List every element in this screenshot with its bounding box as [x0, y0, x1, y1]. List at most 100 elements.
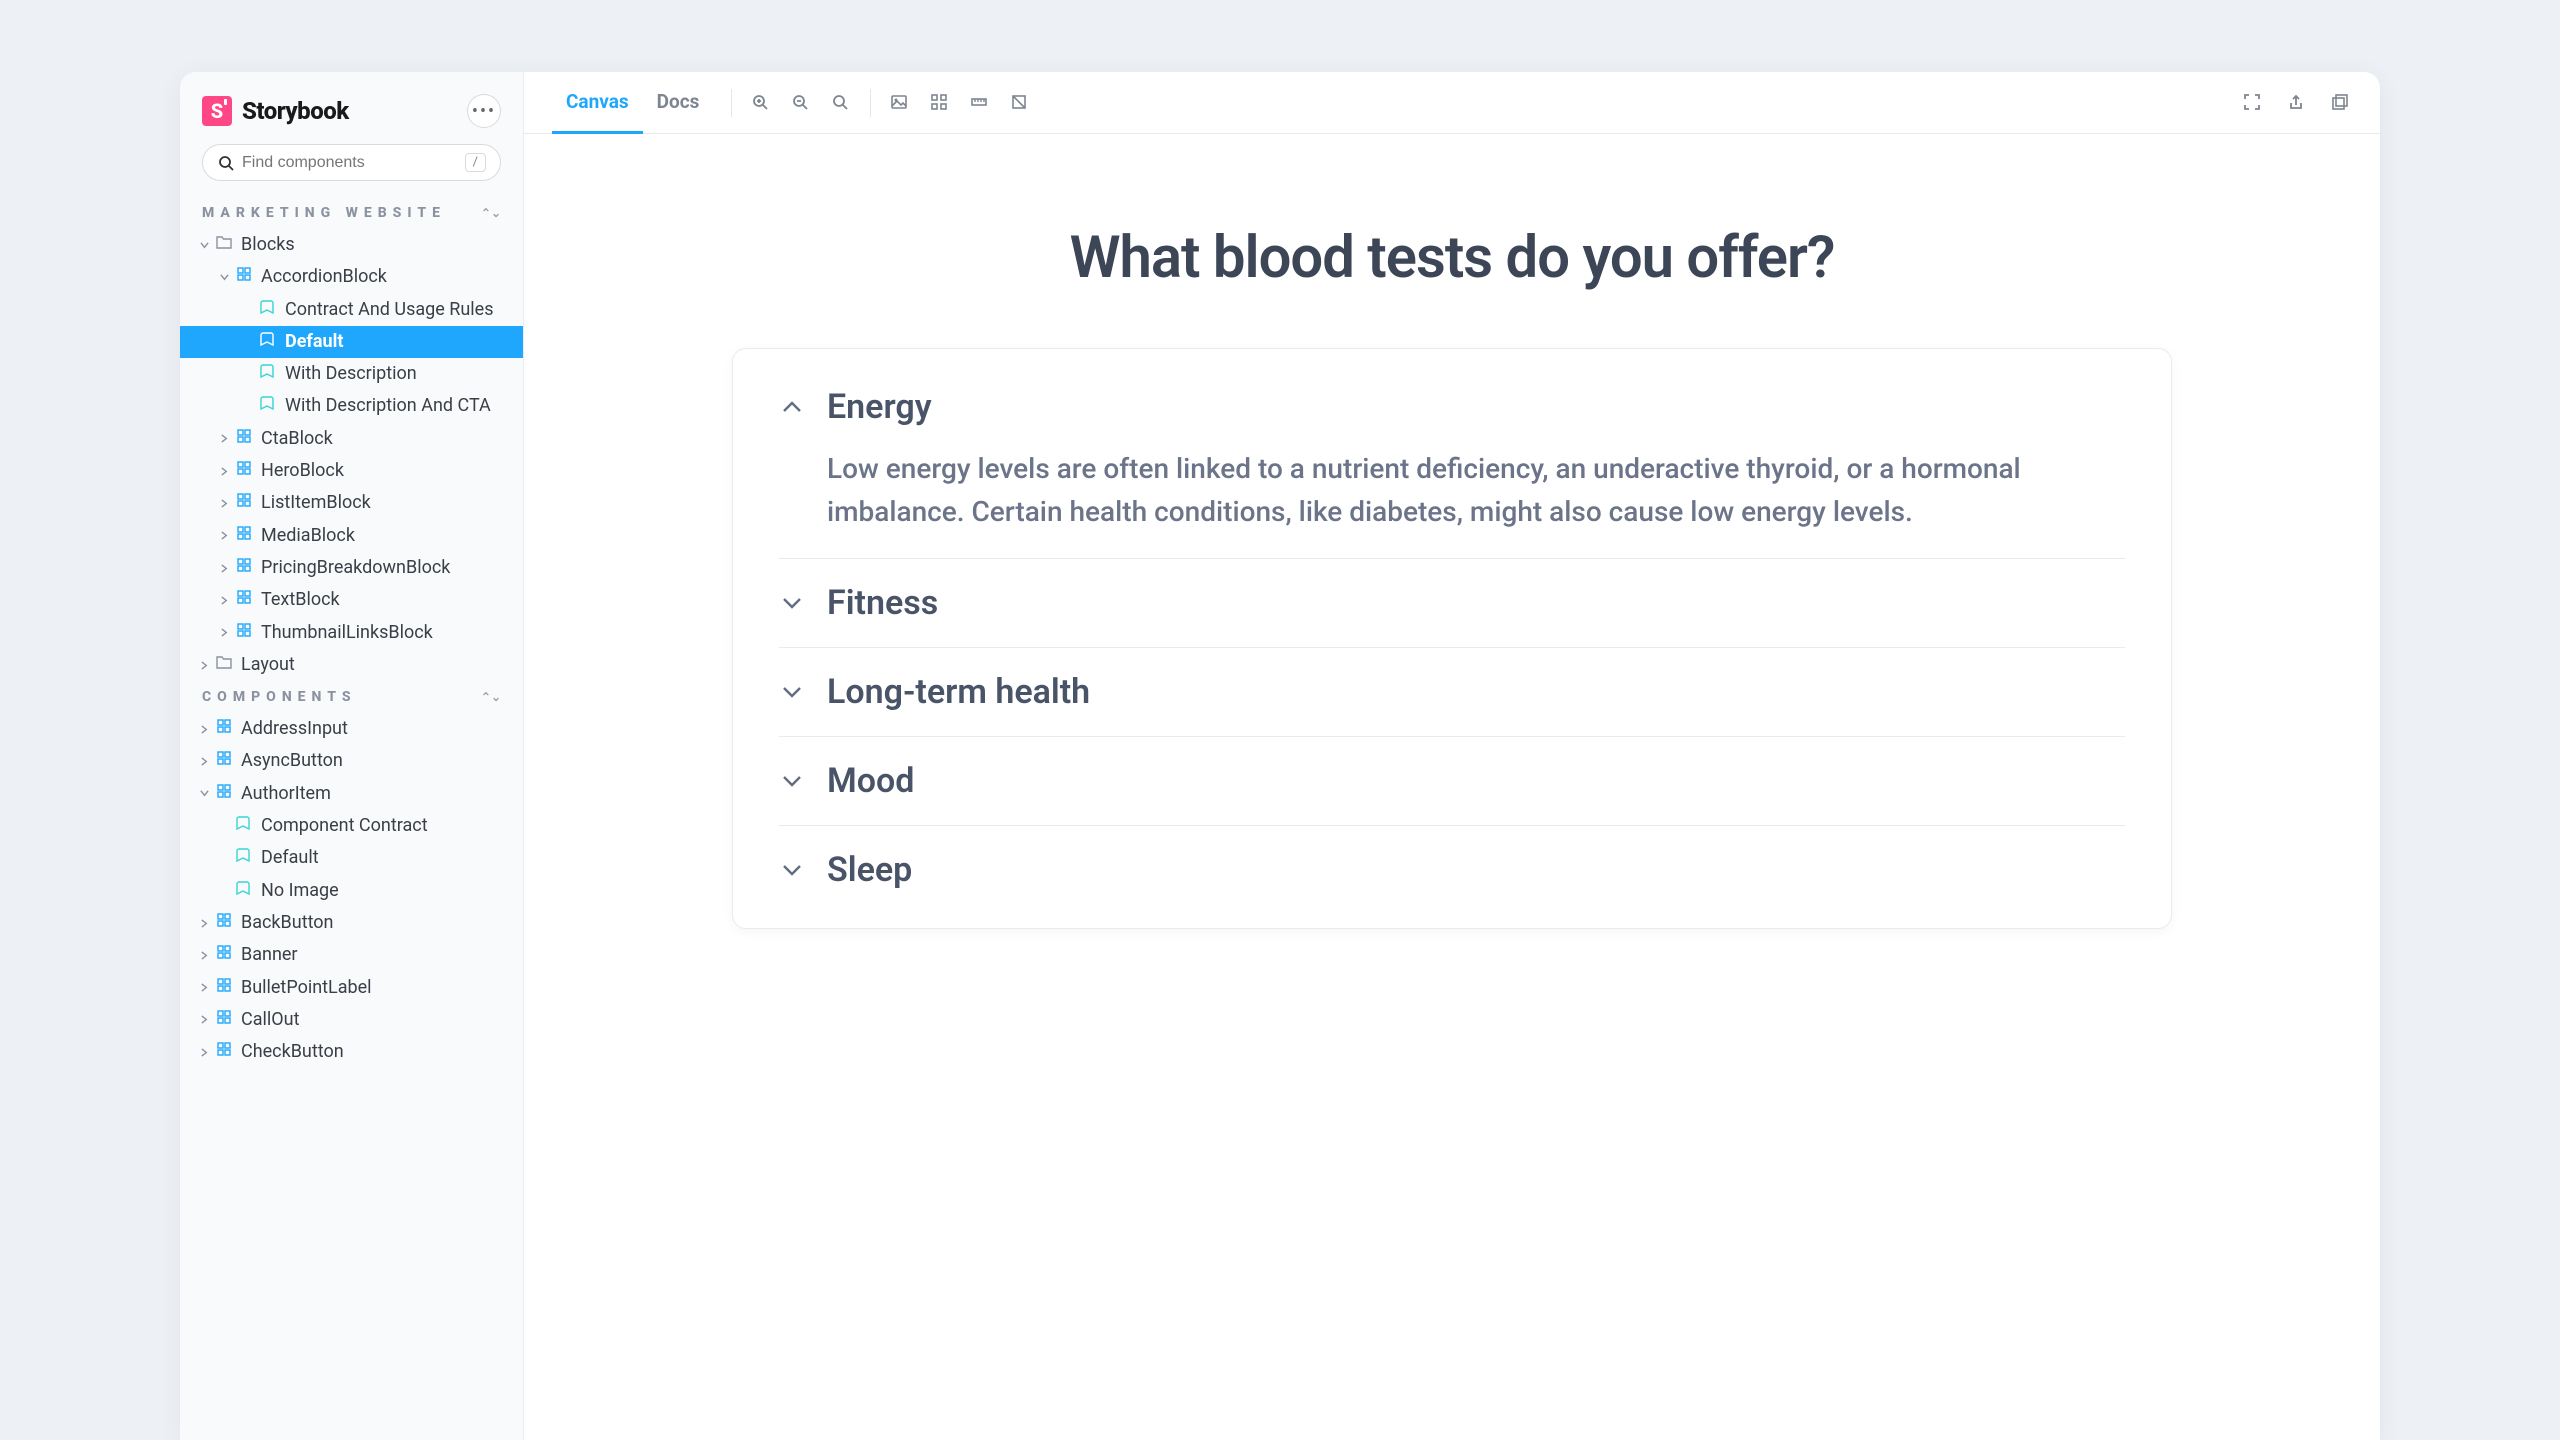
tree-item-label: With Description — [285, 362, 511, 386]
app-shell: S Storybook ••• / MARKETING WEBSITE⌃⌄Blo… — [180, 72, 2380, 1440]
caret-right-icon — [216, 628, 232, 637]
tree-item-label: Contract And Usage Rules — [285, 298, 511, 322]
accordion-toggle[interactable]: Sleep — [779, 850, 2125, 890]
tree-story[interactable]: Contract And Usage Rules — [180, 294, 523, 326]
preview-canvas: What blood tests do you offer? EnergyLow… — [524, 134, 2380, 1440]
component-icon — [216, 943, 234, 967]
caret-right-icon — [196, 661, 212, 670]
component-icon — [236, 588, 254, 612]
component-icon — [236, 556, 254, 580]
accordion-toggle[interactable]: Energy — [779, 387, 2125, 427]
grid-toggle-icon[interactable] — [929, 92, 951, 114]
zoom-in-icon[interactable] — [750, 92, 772, 114]
tab-docs[interactable]: Docs — [643, 72, 714, 134]
search-input[interactable] — [242, 154, 465, 172]
view-tabs: Canvas Docs — [552, 72, 713, 134]
story-icon — [236, 814, 254, 838]
sidebar: S Storybook ••• / MARKETING WEBSITE⌃⌄Blo… — [180, 72, 524, 1440]
accordion-item: EnergyLow energy levels are often linked… — [779, 363, 2125, 559]
story-icon — [260, 394, 278, 418]
sidebar-section-header[interactable]: COMPONENTS ⌃⌄ — [180, 683, 523, 711]
tree-component[interactable]: ThumbnailLinksBlock — [180, 617, 523, 649]
accordion-toggle[interactable]: Long-term health — [779, 672, 2125, 712]
caret-right-icon — [196, 983, 212, 992]
tree-component[interactable]: TextBlock — [180, 584, 523, 616]
tree-component[interactable]: CheckButton — [180, 1036, 523, 1068]
tree-story[interactable]: Component Contract — [180, 810, 523, 842]
background-toggle-icon[interactable] — [889, 92, 911, 114]
tree-story[interactable]: No Image — [180, 875, 523, 907]
tree-folder[interactable]: Blocks — [180, 229, 523, 261]
component-icon — [216, 749, 234, 773]
tree-folder[interactable]: Layout — [180, 649, 523, 681]
sidebar-section-label: COMPONENTS — [202, 689, 357, 705]
component-icon — [216, 717, 234, 741]
sidebar-section-header[interactable]: MARKETING WEBSITE⌃⌄ — [180, 199, 523, 227]
tree-component[interactable]: CtaBlock — [180, 423, 523, 455]
tree-story[interactable]: Default — [180, 326, 523, 358]
component-icon — [236, 524, 254, 548]
open-isolated-icon[interactable] — [2286, 92, 2308, 114]
outline-icon[interactable] — [1009, 92, 1031, 114]
chevron-down-icon — [779, 679, 805, 705]
caret-right-icon — [196, 1048, 212, 1057]
fullscreen-icon[interactable] — [2242, 92, 2264, 114]
story-icon — [236, 879, 254, 903]
tree-component[interactable]: Banner — [180, 939, 523, 971]
caret-right-icon — [196, 919, 212, 928]
tree-component[interactable]: AddressInput — [180, 713, 523, 745]
zoom-out-icon[interactable] — [790, 92, 812, 114]
tab-canvas[interactable]: Canvas — [552, 72, 643, 134]
tree-story[interactable]: With Description And CTA — [180, 390, 523, 422]
tree-component[interactable]: AuthorItem — [180, 778, 523, 810]
open-new-tab-icon[interactable] — [2330, 92, 2352, 114]
accordion-item: Sleep — [779, 826, 2125, 914]
tree-component[interactable]: CallOut — [180, 1004, 523, 1036]
tree-component[interactable]: MediaBlock — [180, 520, 523, 552]
tree-item-label: Component Contract — [261, 814, 511, 838]
caret-down-icon — [216, 273, 232, 282]
tree-item-label: Layout — [241, 653, 511, 677]
accordion-block: EnergyLow energy levels are often linked… — [732, 348, 2172, 929]
story-icon — [260, 362, 278, 386]
tree-component[interactable]: ListItemBlock — [180, 487, 523, 519]
tree-story[interactable]: With Description — [180, 358, 523, 390]
chevron-up-icon — [779, 394, 805, 420]
tree-component[interactable]: HeroBlock — [180, 455, 523, 487]
tree-component[interactable]: PricingBreakdownBlock — [180, 552, 523, 584]
tree-item-label: MediaBlock — [261, 524, 511, 548]
storybook-logo[interactable]: S Storybook — [202, 96, 349, 126]
zoom-reset-icon[interactable] — [830, 92, 852, 114]
tree-item-label: Banner — [241, 943, 511, 967]
caret-right-icon — [196, 951, 212, 960]
tree-item-label: AuthorItem — [241, 782, 511, 806]
measure-icon[interactable] — [969, 92, 991, 114]
tree-item-label: PricingBreakdownBlock — [261, 556, 511, 580]
expand-collapse-icon: ⌃⌄ — [481, 690, 501, 704]
tree-component[interactable]: AsyncButton — [180, 745, 523, 777]
tree-component[interactable]: BulletPointLabel — [180, 972, 523, 1004]
search-shortcut-key: / — [465, 153, 486, 172]
caret-down-icon — [196, 789, 212, 798]
tree-component[interactable]: BackButton — [180, 907, 523, 939]
caret-right-icon — [216, 434, 232, 443]
tree-item-label: ListItemBlock — [261, 491, 511, 515]
component-icon — [216, 911, 234, 935]
story-icon — [260, 298, 278, 322]
tree-item-label: Default — [261, 846, 511, 870]
sidebar-search[interactable]: / — [202, 144, 501, 181]
folder-icon — [216, 233, 234, 257]
tree-component[interactable]: AccordionBlock — [180, 261, 523, 293]
accordion-toggle[interactable]: Mood — [779, 761, 2125, 801]
tree-item-label: No Image — [261, 879, 511, 903]
accordion-item-title: Energy — [827, 387, 932, 427]
sidebar-menu-button[interactable]: ••• — [467, 94, 501, 128]
component-icon — [216, 976, 234, 1000]
sidebar-tree: MARKETING WEBSITE⌃⌄BlocksAccordionBlock C… — [180, 199, 523, 1070]
accordion-toggle[interactable]: Fitness — [779, 583, 2125, 623]
search-icon — [217, 155, 235, 171]
toolbar: Canvas Docs — [524, 72, 2380, 134]
caret-right-icon — [216, 467, 232, 476]
tree-story[interactable]: Default — [180, 842, 523, 874]
caret-right-icon — [216, 564, 232, 573]
